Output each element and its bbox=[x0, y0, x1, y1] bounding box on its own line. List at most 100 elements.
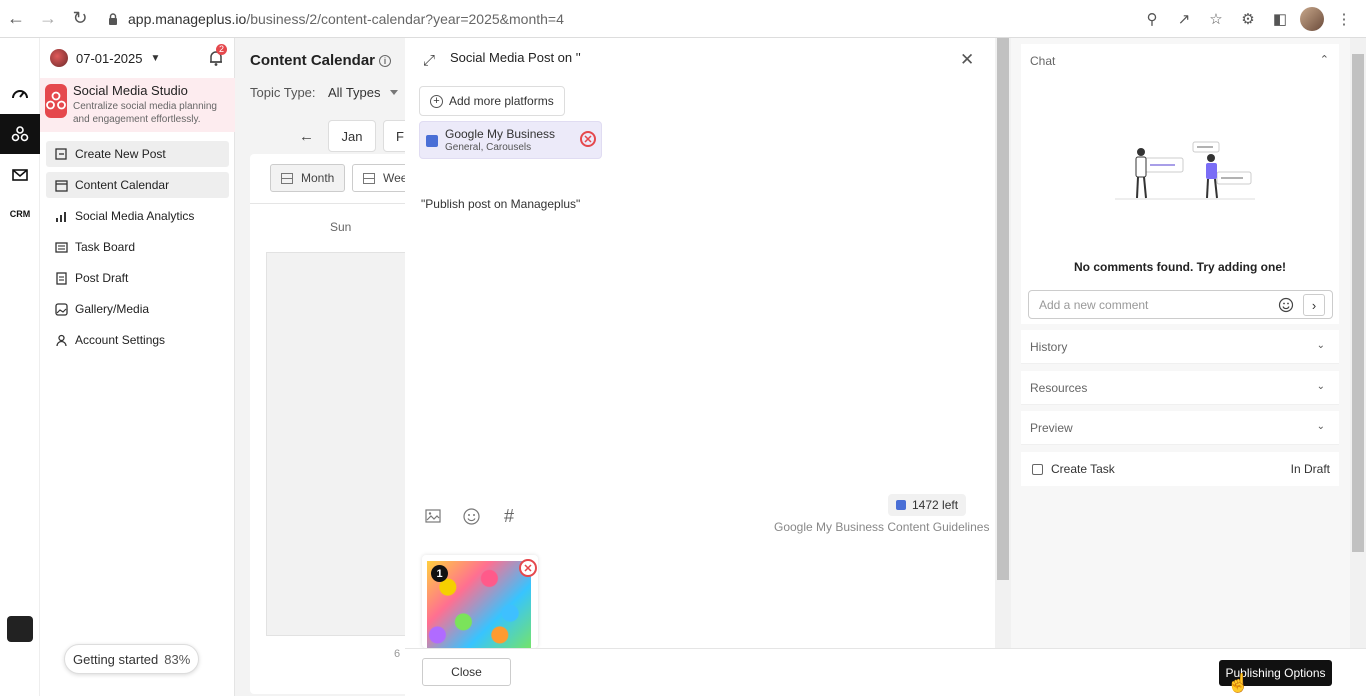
date-text: 07-01-2025 bbox=[76, 50, 143, 66]
cell-day-number: 6 bbox=[394, 648, 401, 660]
browser-toolbar: ← → ↻ app.manageplus.io/business/2/conte… bbox=[0, 0, 1366, 38]
studio-card: Social Media Studio Centralize social me… bbox=[40, 78, 235, 132]
chevron-up-icon[interactable]: ⌃ bbox=[1320, 53, 1329, 66]
editor-scrollbar-thumb[interactable] bbox=[997, 38, 1009, 580]
month-chip-jan[interactable]: Jan bbox=[328, 120, 376, 152]
empty-chat-illustration bbox=[1115, 141, 1255, 200]
post-text-area[interactable]: "Publish post on Manageplus" bbox=[421, 197, 580, 211]
page-title: Content Calendar i bbox=[250, 52, 392, 69]
history-accordion[interactable]: History ⌄ bbox=[1021, 330, 1339, 364]
sidepanel-icon[interactable]: ◧ bbox=[1268, 7, 1292, 31]
zoom-icon[interactable]: ⚲ bbox=[1140, 7, 1164, 31]
sidebar-item-task-board[interactable]: Task Board bbox=[46, 234, 229, 260]
reload-icon[interactable]: ↻ bbox=[64, 3, 96, 35]
remove-platform-icon[interactable]: ✕ bbox=[580, 131, 596, 147]
sidebar-item-account-settings[interactable]: Account Settings bbox=[46, 327, 229, 353]
mail-icon[interactable] bbox=[0, 154, 40, 194]
star-icon[interactable]: ☆ bbox=[1204, 7, 1228, 31]
page-scrollbar-thumb[interactable] bbox=[1352, 54, 1364, 552]
studio-title: Social Media Studio bbox=[73, 83, 188, 98]
add-platforms-label: Add more platforms bbox=[449, 94, 554, 108]
guidelines-link[interactable]: Google My Business Content Guidelines bbox=[774, 520, 989, 534]
address-bar[interactable]: app.manageplus.io/business/2/content-cal… bbox=[106, 11, 1140, 27]
chevron-down-icon: ▼ bbox=[150, 52, 161, 64]
sidebar-item-label: Task Board bbox=[75, 240, 136, 254]
chat-section: Chat ⌃ No comments found. Try adding one… bbox=[1021, 44, 1339, 324]
calendar-cell[interactable] bbox=[266, 252, 410, 636]
platform-name: Google My Business bbox=[445, 127, 556, 141]
url-text: app.manageplus.io/business/2/content-cal… bbox=[128, 10, 564, 27]
sidebar-item-post-draft[interactable]: Post Draft bbox=[46, 265, 229, 291]
sidebar-item-label: Gallery/Media bbox=[75, 302, 150, 316]
send-icon[interactable]: › bbox=[1303, 294, 1325, 316]
grid-icon bbox=[281, 172, 293, 184]
comment-input[interactable]: Add a new comment › bbox=[1028, 290, 1333, 319]
no-comments-text: No comments found. Try adding one! bbox=[1073, 260, 1286, 274]
plus-circle-icon: + bbox=[430, 94, 443, 108]
dashboard-icon[interactable] bbox=[0, 74, 40, 114]
menu-kebab-icon[interactable]: ⋮ bbox=[1332, 7, 1356, 31]
share-icon[interactable]: ↗ bbox=[1172, 7, 1196, 31]
studio-description: Centralize social media planning and eng… bbox=[73, 101, 217, 125]
info-icon[interactable]: i bbox=[379, 55, 392, 68]
social-studio-icon[interactable] bbox=[0, 114, 40, 154]
create-task-label: Create Task bbox=[1051, 462, 1115, 476]
platform-chip-google-my-business[interactable]: Google My Business General, Carousels ✕ bbox=[419, 121, 602, 159]
chevron-down-icon: ⌄ bbox=[1316, 381, 1325, 392]
divider bbox=[250, 203, 410, 204]
sidebar-item-social-media-analytics[interactable]: Social Media Analytics bbox=[46, 203, 229, 229]
media-index-badge: 1 bbox=[431, 565, 448, 582]
studio-logo-icon bbox=[45, 84, 67, 118]
sidebar-item-content-calendar[interactable]: Content Calendar bbox=[46, 172, 229, 198]
forward-icon[interactable]: → bbox=[32, 3, 64, 35]
comment-placeholder: Add a new comment bbox=[1039, 298, 1149, 312]
editor-title: Social Media Post on '' bbox=[450, 50, 581, 65]
add-platforms-button[interactable]: + Add more platforms bbox=[419, 86, 565, 116]
remove-media-icon[interactable]: ✕ bbox=[519, 559, 537, 577]
close-icon[interactable]: ✕ bbox=[960, 50, 974, 70]
image-icon[interactable] bbox=[423, 506, 443, 526]
resources-title: Resources bbox=[1030, 381, 1088, 395]
prev-arrow-icon[interactable]: ← bbox=[299, 128, 314, 145]
new-post-icon bbox=[54, 147, 68, 161]
sidebar-menu: Create New Post Content Calendar Social … bbox=[46, 141, 229, 358]
close-button[interactable]: Close bbox=[422, 658, 511, 686]
getting-started-label: Getting started bbox=[73, 651, 159, 667]
preview-title: Preview bbox=[1030, 421, 1073, 435]
sidebar-item-label: Create New Post bbox=[75, 147, 166, 161]
sidebar-item-create-new-post[interactable]: Create New Post bbox=[46, 141, 229, 167]
expand-icon[interactable]: ⤢ bbox=[423, 52, 435, 69]
back-icon[interactable]: ← bbox=[0, 3, 32, 35]
google-my-business-icon bbox=[426, 135, 438, 147]
getting-started-button[interactable]: Getting started 83% bbox=[64, 644, 200, 674]
media-thumbnail[interactable]: 1 ✕ bbox=[422, 555, 538, 648]
emoji-icon[interactable] bbox=[1278, 297, 1294, 313]
crm-icon[interactable]: CRM bbox=[0, 194, 40, 234]
composer-toolbar: # bbox=[423, 506, 519, 526]
sidebar: 07-01-2025 ▼ 2 Social Media Studio Centr… bbox=[40, 38, 235, 696]
extensions-icon[interactable]: ⚙ bbox=[1236, 7, 1260, 31]
workspace-thumbnail[interactable] bbox=[7, 616, 33, 642]
app-rail: CRM bbox=[0, 38, 40, 696]
create-task-checkbox[interactable] bbox=[1032, 464, 1043, 475]
draft-icon bbox=[54, 271, 68, 285]
view-week-label: Wee bbox=[383, 171, 408, 185]
resources-accordion[interactable]: Resources ⌄ bbox=[1021, 371, 1339, 405]
sidebar-item-label: Content Calendar bbox=[75, 178, 170, 192]
topic-type-select[interactable]: All Types bbox=[328, 85, 381, 100]
caret-down-icon bbox=[390, 90, 398, 95]
hashtag-icon[interactable]: # bbox=[499, 506, 519, 526]
task-board-icon bbox=[54, 240, 68, 254]
topic-type-label: Topic Type: bbox=[250, 85, 316, 100]
weekday-sun: Sun bbox=[330, 220, 352, 234]
profile-avatar[interactable] bbox=[1300, 6, 1324, 31]
chevron-down-icon: ⌄ bbox=[1316, 340, 1325, 351]
view-month-button[interactable]: Month bbox=[270, 164, 346, 192]
calendar-icon bbox=[54, 178, 68, 192]
emoji-icon[interactable] bbox=[461, 506, 481, 526]
gallery-icon bbox=[54, 302, 68, 316]
character-counter: 1472 left bbox=[888, 494, 967, 516]
chars-left-text: 1472 left bbox=[912, 498, 959, 512]
sidebar-item-gallery-media[interactable]: Gallery/Media bbox=[46, 296, 229, 322]
preview-accordion[interactable]: Preview ⌄ bbox=[1021, 411, 1339, 445]
